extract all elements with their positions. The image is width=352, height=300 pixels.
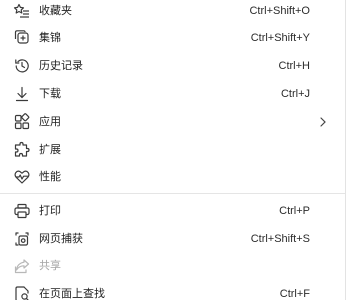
menu-item-collections[interactable]: 集锦 Ctrl+Shift+Y bbox=[0, 24, 345, 52]
menu-item-apps[interactable]: 应用 bbox=[0, 108, 345, 136]
menu-item-label: 应用 bbox=[39, 115, 61, 128]
shortcut-text: Ctrl+Shift+S bbox=[250, 233, 310, 245]
shortcut-text: Ctrl+J bbox=[280, 88, 310, 100]
menu-item-history[interactable]: 历史记录 Ctrl+H bbox=[0, 52, 345, 80]
menu-item-label: 历史记录 bbox=[39, 59, 83, 72]
browser-settings-menu: 收藏夹 Ctrl+Shift+O 集锦 Ctrl+Shift+Y 历史记录 Ct… bbox=[0, 0, 346, 300]
chevron-right-icon bbox=[315, 113, 331, 131]
favorites-icon bbox=[13, 2, 31, 20]
menu-item-extensions[interactable]: 扩展 bbox=[0, 136, 345, 164]
menu-item-label: 集锦 bbox=[39, 31, 61, 44]
menu-item-label: 在页面上查找 bbox=[39, 287, 105, 300]
extensions-icon bbox=[13, 141, 31, 159]
menu-item-label: 打印 bbox=[39, 204, 61, 217]
find-icon bbox=[13, 285, 31, 300]
shortcut-text: Ctrl+Shift+O bbox=[249, 5, 310, 17]
menu-item-label: 收藏夹 bbox=[39, 4, 72, 17]
menu-item-label: 性能 bbox=[39, 170, 61, 183]
menu-item-find-on-page[interactable]: 在页面上查找 Ctrl+F bbox=[0, 280, 345, 300]
menu-item-downloads[interactable]: 下载 Ctrl+J bbox=[0, 80, 345, 108]
menu-item-label: 下载 bbox=[39, 87, 61, 100]
menu-item-label: 共享 bbox=[39, 259, 61, 272]
menu-item-web-capture[interactable]: 网页捕获 Ctrl+Shift+S bbox=[0, 225, 345, 253]
shortcut-text: Ctrl+P bbox=[279, 205, 310, 217]
history-icon bbox=[13, 57, 31, 75]
menu-item-print[interactable]: 打印 Ctrl+P bbox=[0, 197, 345, 225]
shortcut-text: Ctrl+F bbox=[279, 288, 310, 300]
menu-item-label: 网页捕获 bbox=[39, 232, 83, 245]
apps-icon bbox=[13, 113, 31, 131]
menu-divider bbox=[0, 193, 345, 194]
menu-item-favorites[interactable]: 收藏夹 Ctrl+Shift+O bbox=[0, 0, 345, 25]
download-icon bbox=[13, 85, 31, 103]
menu-item-performance[interactable]: 性能 bbox=[0, 163, 345, 191]
collections-icon bbox=[13, 29, 31, 47]
web-capture-icon bbox=[13, 230, 31, 248]
menu-item-label: 扩展 bbox=[39, 143, 61, 156]
menu-item-share: 共享 bbox=[0, 252, 345, 280]
performance-icon bbox=[13, 168, 31, 186]
shortcut-text: Ctrl+Shift+Y bbox=[250, 32, 310, 44]
print-icon bbox=[13, 202, 31, 220]
share-icon bbox=[13, 257, 31, 275]
shortcut-text: Ctrl+H bbox=[278, 60, 310, 72]
